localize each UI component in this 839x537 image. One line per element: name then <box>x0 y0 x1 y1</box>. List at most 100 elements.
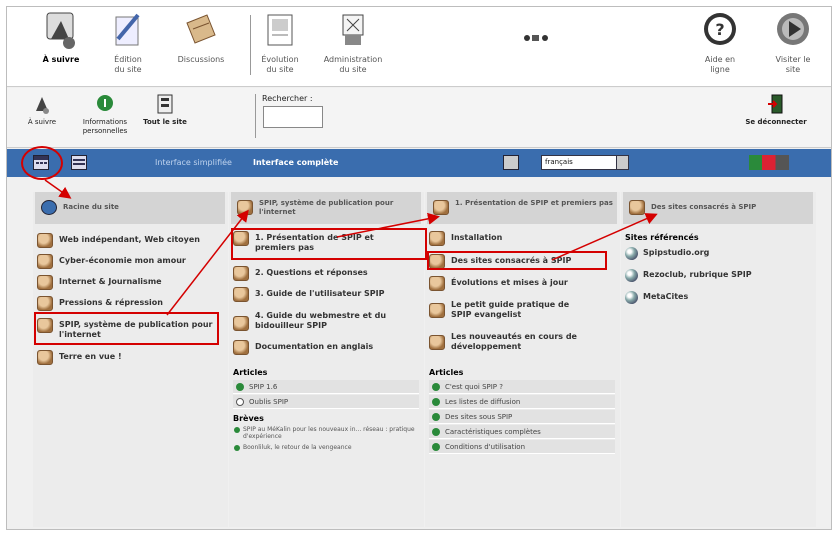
site-logo-icon <box>521 33 549 43</box>
toolbar-visit-button[interactable]: Visiter le site <box>763 9 823 75</box>
breve-title: SPIP au MéKalin pour les nouveaux in... … <box>243 426 415 440</box>
toolbar-edit-button[interactable]: Édition du site <box>103 9 153 75</box>
article-row[interactable]: Oublis SPIP <box>233 395 419 409</box>
draft-icon <box>236 398 244 406</box>
toolbar-divider <box>255 94 256 138</box>
column-header: SPIP, système de publication pour l'inte… <box>231 192 421 224</box>
logout-button[interactable]: Se déconnecter <box>731 93 821 127</box>
articles-title: Articles <box>233 368 268 377</box>
toolbar-label: Aide en ligne <box>704 55 736 74</box>
globe-icon <box>625 247 638 260</box>
rubrique-icon <box>37 275 53 290</box>
column-title: Des sites consacrés à SPIP <box>651 203 757 211</box>
toolbar-label: Évolution du site <box>261 55 299 74</box>
rubrique-icon <box>37 296 53 311</box>
breve-row[interactable]: Boonliluk, le retour de la vengeance <box>233 444 419 451</box>
admin-icon <box>331 9 375 53</box>
main-toolbar: À suivre Édition du site Discussions Évo… <box>7 7 831 87</box>
article-row[interactable]: SPIP 1.6 <box>233 380 419 394</box>
toolbar-follow-button[interactable]: À suivre <box>31 9 91 65</box>
help-icon: ? <box>698 9 742 53</box>
toolbar-discussions-button[interactable]: Discussions <box>169 9 233 65</box>
chevron-down-icon <box>616 156 628 169</box>
follow-icon <box>39 9 83 53</box>
published-icon <box>236 383 244 391</box>
follow-button[interactable]: À suivre <box>17 93 67 127</box>
rubrique-icon <box>629 200 645 215</box>
article-title: C'est quoi SPIP ? <box>445 383 503 391</box>
rubrique-label: Internet & Journalisme <box>59 277 162 286</box>
site-item[interactable]: Spipstudio.org <box>625 247 709 261</box>
evolution-icon <box>258 9 302 53</box>
column-sites: Des sites consacrés à SPIP Sites référen… <box>621 192 816 527</box>
rubrique-icon <box>233 340 249 355</box>
published-icon <box>432 443 440 451</box>
rubrique-label: Terre en vue ! <box>59 352 122 361</box>
site-item[interactable]: MetaCites <box>625 291 688 305</box>
published-icon <box>432 413 440 421</box>
rubrique-label: 3. Guide de l'utilisateur SPIP <box>255 289 385 298</box>
toolbar-help-button[interactable]: ? Aide en ligne <box>695 9 745 75</box>
article-row[interactable]: C'est quoi SPIP ? <box>429 380 615 394</box>
published-icon <box>432 428 440 436</box>
article-title: Oublis SPIP <box>249 398 289 406</box>
breve-row[interactable]: SPIP au MéKalin pour les nouveaux in... … <box>233 426 419 440</box>
root-label[interactable]: Racine du site <box>63 203 119 211</box>
highlight-circle <box>21 146 63 180</box>
column-presentation: 1. Présentation de SPIP et premiers pas … <box>425 192 620 527</box>
interface-complete-link[interactable]: Interface complète <box>253 158 338 167</box>
search-label: Rechercher : <box>262 94 313 103</box>
rubrique-icon <box>233 316 249 331</box>
article-row[interactable]: Les listes de diffusion <box>429 395 615 409</box>
rubrique-icon <box>429 303 445 318</box>
personal-info-button[interactable]: Informations personnelles <box>75 93 135 136</box>
info-icon <box>95 93 115 115</box>
globe-icon <box>625 269 638 282</box>
column-title: SPIP, système de publication pour l'inte… <box>259 199 394 216</box>
rubrique-label: Pressions & répression <box>59 298 163 307</box>
article-title: Des sites sous SPIP <box>445 413 513 421</box>
agenda-icon[interactable] <box>71 155 87 170</box>
article-row[interactable]: Caractéristiques complètes <box>429 425 615 439</box>
rubrique-label: Le petit guide pratique de SPIP evangeli… <box>451 300 570 319</box>
column-title: 1. Présentation de SPIP et premiers pas <box>455 199 613 207</box>
toolbar-label: Édition du site <box>114 55 142 74</box>
article-title: Caractéristiques complètes <box>445 428 541 436</box>
published-icon <box>234 445 240 451</box>
site-item[interactable]: Rezoclub, rubrique SPIP <box>625 269 752 283</box>
toolbar-label: À suivre <box>42 55 80 64</box>
rubrique-icon <box>37 233 53 248</box>
svg-text:?: ? <box>715 20 724 39</box>
rubrique-label: Évolutions et mises à jour <box>451 278 568 287</box>
article-row[interactable]: Conditions d'utilisation <box>429 440 615 454</box>
display-icon[interactable] <box>503 155 519 170</box>
logout-icon <box>766 93 786 115</box>
language-value: français <box>545 158 573 166</box>
search-input[interactable] <box>263 106 323 128</box>
all-site-label: Tout le site <box>143 118 187 126</box>
article-row[interactable]: Des sites sous SPIP <box>429 410 615 424</box>
rubrique-label: 2. Questions et réponses <box>255 268 368 277</box>
published-icon <box>432 398 440 406</box>
site-root-icon <box>41 200 57 215</box>
rubrique-label: Cyber-économie mon amour <box>59 256 186 265</box>
interface-simplified-link[interactable]: Interface simplifiée <box>155 158 232 167</box>
language-select[interactable]: français <box>541 155 629 170</box>
follow-small-icon <box>32 93 52 115</box>
highlight-box <box>427 251 607 270</box>
articles-title: Articles <box>429 368 464 377</box>
rubrique-label: 4. Guide du webmestre et du bidouilleur … <box>255 311 387 330</box>
rubrique-icon <box>37 350 53 365</box>
breve-title: Boonliluk, le retour de la vengeance <box>243 444 352 451</box>
rubrique-icon <box>233 266 249 281</box>
toolbar-admin-button[interactable]: Administration du site <box>315 9 391 75</box>
rubrique-icon <box>433 200 449 215</box>
discussions-icon <box>179 9 223 53</box>
rubrique-label: Les nouveautés en cours de développement <box>451 332 577 351</box>
toolbar-evolution-button[interactable]: Évolution du site <box>255 9 305 75</box>
article-title: SPIP 1.6 <box>249 383 278 391</box>
site-label: Rezoclub, rubrique SPIP <box>643 270 752 279</box>
highlight-box <box>34 312 219 345</box>
all-site-button[interactable]: Tout le site <box>139 93 191 127</box>
personal-info-label: Informations personnelles <box>82 118 128 135</box>
